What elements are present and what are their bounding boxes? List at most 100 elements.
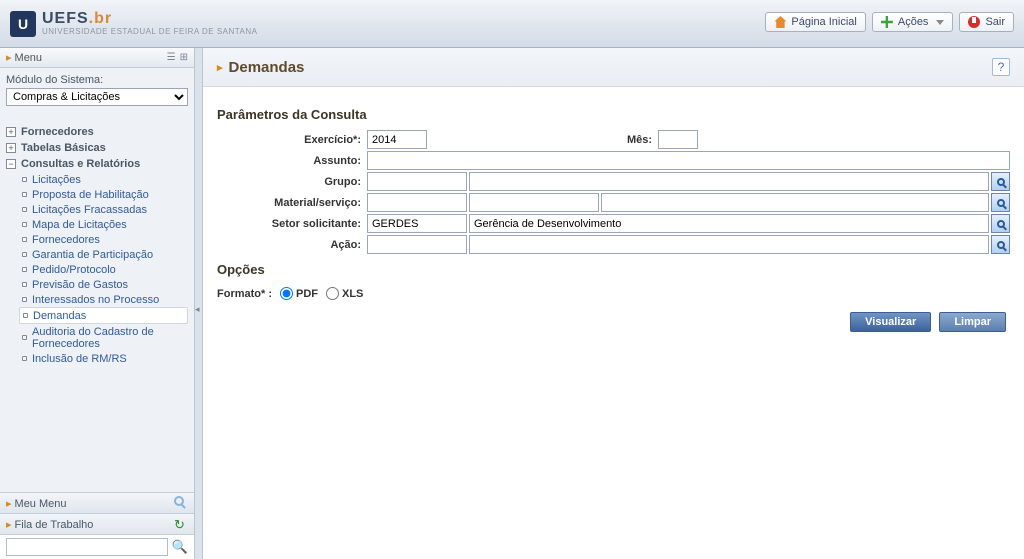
exit-button[interactable]: Sair	[959, 12, 1014, 32]
page-title: ▸ Demandas	[217, 59, 304, 76]
list-icon[interactable]: ☰	[167, 52, 176, 63]
tree-label: Tabelas Básicas	[21, 142, 106, 154]
sub-item-label: Pedido/Protocolo	[32, 264, 116, 276]
dot-icon	[22, 237, 27, 242]
dot-icon	[22, 267, 27, 272]
grupo-code-input[interactable]	[367, 172, 467, 191]
acao-code-input[interactable]	[367, 235, 467, 254]
format-xls-label: XLS	[342, 288, 363, 300]
label-setor: Setor solicitante:	[217, 218, 367, 230]
format-xls-option[interactable]: XLS	[326, 287, 363, 300]
sub-item-inclusao[interactable]: Inclusão de RM/RS	[22, 351, 188, 366]
sidebar-search-input[interactable]	[6, 538, 168, 556]
module-select[interactable]: Compras & Licitações	[6, 88, 188, 106]
format-pdf-radio[interactable]	[280, 287, 293, 300]
menu-header: ▸Menu ☰ ⊞	[0, 48, 194, 68]
setor-desc-input	[469, 214, 989, 233]
search-icon[interactable]: 🔍	[172, 539, 188, 555]
dot-icon	[22, 192, 27, 197]
sub-item-label: Inclusão de RM/RS	[32, 353, 127, 365]
sub-item-label: Auditoria do Cadastro de Fornecedores	[32, 326, 188, 350]
format-label: Formato* :	[217, 288, 272, 300]
sub-item-label: Licitações Fracassadas	[32, 204, 147, 216]
dot-icon	[22, 356, 27, 361]
logo-suffix: .br	[89, 10, 112, 27]
material-mid-input[interactable]	[469, 193, 599, 212]
sub-item-previsao[interactable]: Previsão de Gastos	[22, 277, 188, 292]
tree-item-tabelas[interactable]: + Tabelas Básicas	[6, 140, 188, 156]
top-header: U UEFS.br UNIVERSIDADE ESTADUAL DE FEIRA…	[0, 0, 1024, 48]
fila-row[interactable]: ▸Fila de Trabalho ↻	[0, 513, 194, 534]
chevron-down-icon	[936, 20, 944, 25]
tree-item-fornecedores[interactable]: + Fornecedores	[6, 124, 188, 140]
module-label: Módulo do Sistema:	[6, 74, 188, 86]
sub-item-label: Mapa de Licitações	[32, 219, 127, 231]
sub-item-label: Licitações	[32, 174, 81, 186]
main-content: ▸ Demandas ? Parâmetros da Consulta Exer…	[203, 48, 1024, 559]
format-pdf-label: PDF	[296, 288, 318, 300]
material-lookup-button[interactable]	[991, 193, 1010, 212]
label-grupo: Grupo:	[217, 176, 367, 188]
sub-item-garantia[interactable]: Garantia de Participação	[22, 247, 188, 262]
home-button[interactable]: Página Inicial	[765, 12, 865, 32]
params-form: Exercício*: Mês: Assunto:	[217, 130, 1010, 254]
format-xls-radio[interactable]	[326, 287, 339, 300]
sub-item-pedido[interactable]: Pedido/Protocolo	[22, 262, 188, 277]
limpar-button[interactable]: Limpar	[939, 312, 1006, 332]
sub-item-interessados[interactable]: Interessados no Processo	[22, 292, 188, 307]
dot-icon	[22, 207, 27, 212]
dot-icon	[22, 177, 27, 182]
fila-label: Fila de Trabalho	[15, 519, 94, 531]
search-icon	[997, 178, 1005, 186]
search-icon	[997, 220, 1005, 228]
sub-item-fracassadas[interactable]: Licitações Fracassadas	[22, 202, 188, 217]
exercicio-input[interactable]	[367, 130, 427, 149]
logo-title: UEFS.br	[42, 11, 258, 27]
menu-header-icons: ☰ ⊞	[167, 52, 188, 63]
search-icon	[997, 199, 1005, 207]
page-title-text: Demandas	[229, 59, 305, 76]
sub-item-label: Demandas	[33, 310, 86, 322]
grupo-lookup-button[interactable]	[991, 172, 1010, 191]
mes-input[interactable]	[658, 130, 698, 149]
search-icon	[997, 241, 1005, 249]
sub-item-fornecedores2[interactable]: Fornecedores	[22, 232, 188, 247]
dot-icon	[22, 297, 27, 302]
material-code-input[interactable]	[367, 193, 467, 212]
assunto-input[interactable]	[367, 151, 1010, 170]
splitter[interactable]	[195, 48, 203, 559]
logo-block: U UEFS.br UNIVERSIDADE ESTADUAL DE FEIRA…	[10, 11, 258, 37]
tree-icon[interactable]: ⊞	[180, 52, 188, 63]
sub-item-proposta[interactable]: Proposta de Habilitação	[22, 187, 188, 202]
subtree-consultas: Licitações Proposta de Habilitação Licit…	[22, 172, 188, 366]
sidebar-bottom: ▸Meu Menu ▸Fila de Trabalho ↻ 🔍	[0, 492, 194, 559]
actions-button[interactable]: Ações	[872, 12, 954, 32]
plus-icon	[881, 16, 893, 28]
visualizar-button[interactable]: Visualizar	[850, 312, 931, 332]
header-buttons: Página Inicial Ações Sair	[765, 12, 1014, 32]
sidebar-search-row: 🔍	[0, 534, 194, 559]
grupo-desc-input	[469, 172, 989, 191]
help-button[interactable]: ?	[992, 58, 1010, 76]
sub-item-auditoria[interactable]: Auditoria do Cadastro de Fornecedores	[22, 324, 188, 351]
sub-item-licitacoes[interactable]: Licitações	[22, 172, 188, 187]
meu-menu-row[interactable]: ▸Meu Menu	[0, 492, 194, 513]
expand-icon: +	[6, 143, 16, 153]
sub-item-demandas[interactable]: Demandas	[19, 307, 188, 324]
sub-item-mapa[interactable]: Mapa de Licitações	[22, 217, 188, 232]
tree-item-consultas[interactable]: − Consultas e Relatórios	[6, 156, 188, 172]
acao-desc-input	[469, 235, 989, 254]
home-button-label: Página Inicial	[791, 16, 856, 28]
content-header: ▸ Demandas ?	[203, 48, 1024, 87]
logo-icon: U	[10, 11, 36, 37]
setor-code-input[interactable]	[367, 214, 467, 233]
sidebar-body: Módulo do Sistema: Compras & Licitações …	[0, 68, 194, 366]
acao-lookup-button[interactable]	[991, 235, 1010, 254]
section-params-title: Parâmetros da Consulta	[217, 107, 1010, 122]
material-desc-input	[601, 193, 989, 212]
sub-item-label: Interessados no Processo	[32, 294, 159, 306]
format-pdf-option[interactable]: PDF	[280, 287, 318, 300]
setor-lookup-button[interactable]	[991, 214, 1010, 233]
menu-title: Menu	[15, 52, 43, 64]
nav-tree: + Fornecedores + Tabelas Básicas − Consu…	[6, 124, 188, 366]
